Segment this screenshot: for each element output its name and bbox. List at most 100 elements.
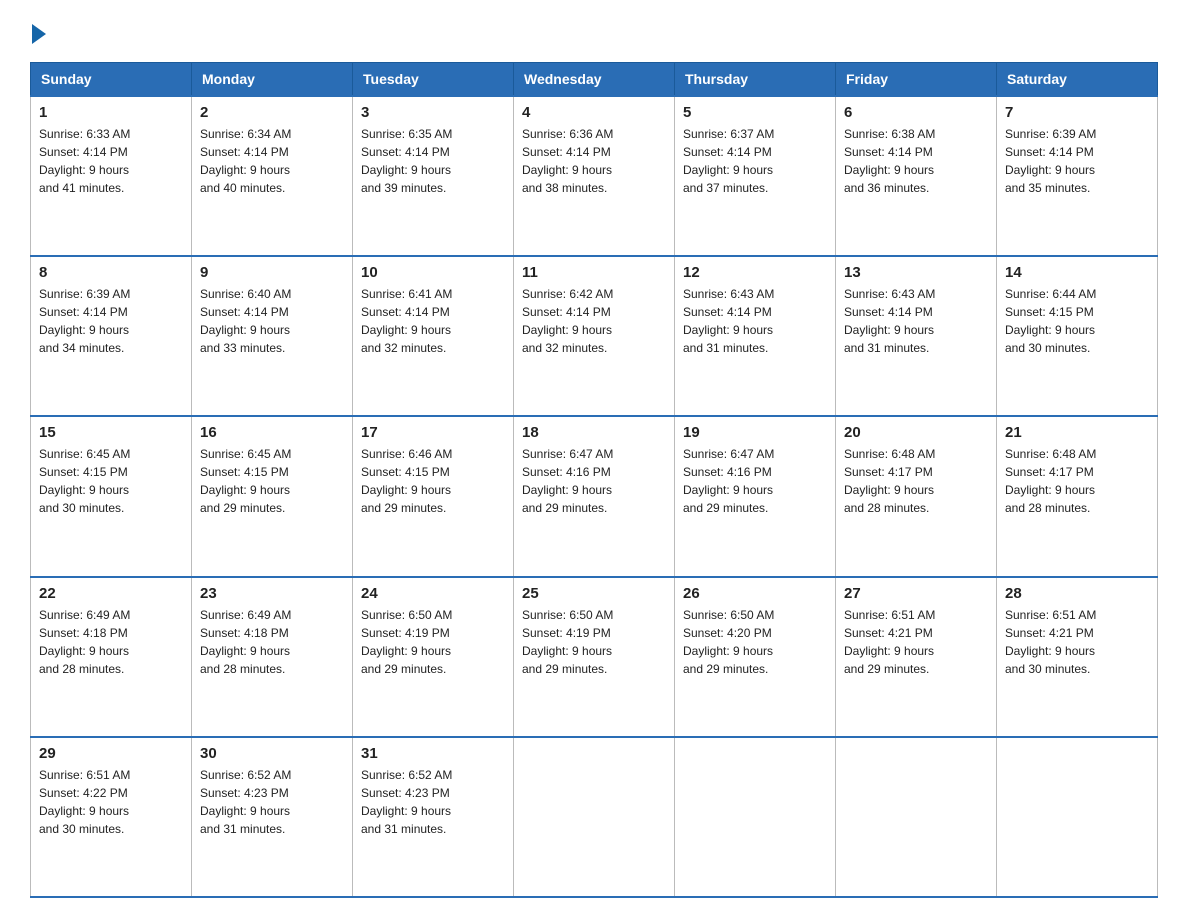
day-number: 3	[361, 104, 505, 121]
day-header-friday: Friday	[836, 63, 997, 97]
day-info: Sunrise: 6:50 AMSunset: 4:19 PMDaylight:…	[522, 606, 666, 678]
calendar-cell: 15 Sunrise: 6:45 AMSunset: 4:15 PMDayligh…	[31, 416, 192, 576]
day-number: 10	[361, 264, 505, 281]
calendar-cell	[997, 737, 1158, 897]
day-info: Sunrise: 6:51 AMSunset: 4:22 PMDaylight:…	[39, 766, 183, 838]
day-header-wednesday: Wednesday	[514, 63, 675, 97]
day-info: Sunrise: 6:52 AMSunset: 4:23 PMDaylight:…	[361, 766, 505, 838]
day-info: Sunrise: 6:35 AMSunset: 4:14 PMDaylight:…	[361, 125, 505, 197]
day-number: 23	[200, 585, 344, 602]
calendar-cell: 9Sunrise: 6:40 AMSunset: 4:14 PMDaylight…	[192, 256, 353, 416]
day-info: Sunrise: 6:46 AMSunset: 4:15 PMDaylight:…	[361, 445, 505, 517]
calendar-cell: 22 Sunrise: 6:49 AMSunset: 4:18 PMDayligh…	[31, 577, 192, 737]
day-info: Sunrise: 6:45 AMSunset: 4:15 PMDaylight:…	[200, 445, 344, 517]
day-number: 12	[683, 264, 827, 281]
day-number: 28	[1005, 585, 1149, 602]
calendar-cell: 14 Sunrise: 6:44 AMSunset: 4:15 PMDayligh…	[997, 256, 1158, 416]
day-number: 14	[1005, 264, 1149, 281]
calendar-cell: 30 Sunrise: 6:52 AMSunset: 4:23 PMDayligh…	[192, 737, 353, 897]
calendar-cell: 18Sunrise: 6:47 AMSunset: 4:16 PMDayligh…	[514, 416, 675, 576]
calendar-cell: 4 Sunrise: 6:36 AMSunset: 4:14 PMDaylight…	[514, 96, 675, 256]
day-info: Sunrise: 6:39 AMSunset: 4:14 PMDaylight:…	[39, 285, 183, 357]
calendar-table: SundayMondayTuesdayWednesdayThursdayFrid…	[30, 62, 1158, 898]
calendar-cell: 20 Sunrise: 6:48 AMSunset: 4:17 PMDayligh…	[836, 416, 997, 576]
day-header-thursday: Thursday	[675, 63, 836, 97]
day-info: Sunrise: 6:47 AMSunset: 4:16 PMDaylight:…	[683, 445, 827, 517]
calendar-cell: 29 Sunrise: 6:51 AMSunset: 4:22 PMDayligh…	[31, 737, 192, 897]
day-number: 18	[522, 424, 666, 441]
day-number: 4	[522, 104, 666, 121]
day-info: Sunrise: 6:37 AMSunset: 4:14 PMDaylight:…	[683, 125, 827, 197]
day-info: Sunrise: 6:39 AMSunset: 4:14 PMDaylight:…	[1005, 125, 1149, 197]
day-info: Sunrise: 6:51 AMSunset: 4:21 PMDaylight:…	[1005, 606, 1149, 678]
calendar-cell: 27 Sunrise: 6:51 AMSunset: 4:21 PMDayligh…	[836, 577, 997, 737]
day-header-monday: Monday	[192, 63, 353, 97]
logo	[30, 20, 48, 44]
calendar-cell	[675, 737, 836, 897]
day-number: 27	[844, 585, 988, 602]
day-number: 25	[522, 585, 666, 602]
day-info: Sunrise: 6:49 AMSunset: 4:18 PMDaylight:…	[200, 606, 344, 678]
calendar-cell: 16 Sunrise: 6:45 AMSunset: 4:15 PMDayligh…	[192, 416, 353, 576]
day-number: 31	[361, 745, 505, 762]
logo-triangle-icon	[32, 24, 46, 44]
day-number: 13	[844, 264, 988, 281]
calendar-cell: 2 Sunrise: 6:34 AMSunset: 4:14 PMDaylight…	[192, 96, 353, 256]
day-info: Sunrise: 6:43 AMSunset: 4:14 PMDaylight:…	[683, 285, 827, 357]
day-number: 19	[683, 424, 827, 441]
calendar-cell: 1 Sunrise: 6:33 AMSunset: 4:14 PMDaylight…	[31, 96, 192, 256]
day-info: Sunrise: 6:51 AMSunset: 4:21 PMDaylight:…	[844, 606, 988, 678]
calendar-cell: 12 Sunrise: 6:43 AMSunset: 4:14 PMDayligh…	[675, 256, 836, 416]
day-number: 15	[39, 424, 183, 441]
calendar-cell: 13Sunrise: 6:43 AMSunset: 4:14 PMDayligh…	[836, 256, 997, 416]
calendar-cell: 7 Sunrise: 6:39 AMSunset: 4:14 PMDaylight…	[997, 96, 1158, 256]
day-number: 29	[39, 745, 183, 762]
day-info: Sunrise: 6:42 AMSunset: 4:14 PMDaylight:…	[522, 285, 666, 357]
day-info: Sunrise: 6:50 AMSunset: 4:20 PMDaylight:…	[683, 606, 827, 678]
day-number: 2	[200, 104, 344, 121]
day-number: 30	[200, 745, 344, 762]
day-info: Sunrise: 6:36 AMSunset: 4:14 PMDaylight:…	[522, 125, 666, 197]
calendar-cell: 5 Sunrise: 6:37 AMSunset: 4:14 PMDaylight…	[675, 96, 836, 256]
day-info: Sunrise: 6:50 AMSunset: 4:19 PMDaylight:…	[361, 606, 505, 678]
calendar-cell: 21 Sunrise: 6:48 AMSunset: 4:17 PMDayligh…	[997, 416, 1158, 576]
calendar-cell: 3 Sunrise: 6:35 AMSunset: 4:14 PMDaylight…	[353, 96, 514, 256]
calendar-cell: 11 Sunrise: 6:42 AMSunset: 4:14 PMDayligh…	[514, 256, 675, 416]
calendar-cell: 6 Sunrise: 6:38 AMSunset: 4:14 PMDaylight…	[836, 96, 997, 256]
day-info: Sunrise: 6:45 AMSunset: 4:15 PMDaylight:…	[39, 445, 183, 517]
day-number: 17	[361, 424, 505, 441]
calendar-cell: 19 Sunrise: 6:47 AMSunset: 4:16 PMDayligh…	[675, 416, 836, 576]
top-bar	[30, 20, 1158, 44]
day-info: Sunrise: 6:38 AMSunset: 4:14 PMDaylight:…	[844, 125, 988, 197]
day-info: Sunrise: 6:34 AMSunset: 4:14 PMDaylight:…	[200, 125, 344, 197]
calendar-cell	[514, 737, 675, 897]
day-number: 21	[1005, 424, 1149, 441]
day-number: 26	[683, 585, 827, 602]
day-info: Sunrise: 6:52 AMSunset: 4:23 PMDaylight:…	[200, 766, 344, 838]
day-number: 5	[683, 104, 827, 121]
day-number: 6	[844, 104, 988, 121]
day-info: Sunrise: 6:44 AMSunset: 4:15 PMDaylight:…	[1005, 285, 1149, 357]
day-header-saturday: Saturday	[997, 63, 1158, 97]
day-number: 16	[200, 424, 344, 441]
day-number: 22	[39, 585, 183, 602]
day-info: Sunrise: 6:48 AMSunset: 4:17 PMDaylight:…	[1005, 445, 1149, 517]
day-number: 11	[522, 264, 666, 281]
calendar-cell: 28 Sunrise: 6:51 AMSunset: 4:21 PMDayligh…	[997, 577, 1158, 737]
day-info: Sunrise: 6:40 AMSunset: 4:14 PMDaylight:…	[200, 285, 344, 357]
day-number: 20	[844, 424, 988, 441]
day-info: Sunrise: 6:48 AMSunset: 4:17 PMDaylight:…	[844, 445, 988, 517]
day-header-sunday: Sunday	[31, 63, 192, 97]
day-number: 7	[1005, 104, 1149, 121]
calendar-cell: 26 Sunrise: 6:50 AMSunset: 4:20 PMDayligh…	[675, 577, 836, 737]
day-number: 1	[39, 104, 183, 121]
calendar-cell: 23 Sunrise: 6:49 AMSunset: 4:18 PMDayligh…	[192, 577, 353, 737]
calendar-cell: 24 Sunrise: 6:50 AMSunset: 4:19 PMDayligh…	[353, 577, 514, 737]
day-header-tuesday: Tuesday	[353, 63, 514, 97]
day-number: 24	[361, 585, 505, 602]
day-info: Sunrise: 6:33 AMSunset: 4:14 PMDaylight:…	[39, 125, 183, 197]
calendar-cell: 10 Sunrise: 6:41 AMSunset: 4:14 PMDayligh…	[353, 256, 514, 416]
day-info: Sunrise: 6:41 AMSunset: 4:14 PMDaylight:…	[361, 285, 505, 357]
day-info: Sunrise: 6:49 AMSunset: 4:18 PMDaylight:…	[39, 606, 183, 678]
calendar-cell: 31 Sunrise: 6:52 AMSunset: 4:23 PMDayligh…	[353, 737, 514, 897]
